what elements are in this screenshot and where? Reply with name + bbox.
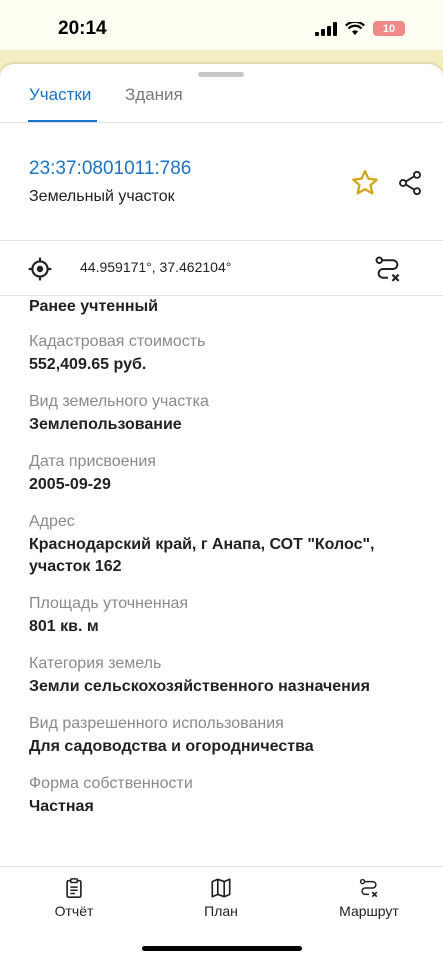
detail-value: Краснодарский край, г Анапа, СОТ "Колос"… [29,536,375,575]
detail-item: Адрес Краснодарский край, г Анапа, СОТ "… [29,512,429,578]
detail-value: Землепользование [29,416,182,433]
detail-value: 552,409.65 руб. [29,356,147,373]
wifi-icon [345,21,365,35]
detail-item: Категория земель Земли сельскохозяйствен… [29,654,429,698]
detail-item: Вид разрешенного использования Для садов… [29,714,429,758]
clipboard-icon [66,878,82,898]
parcel-sheet: Участки Здания 23:37:0801011:786 Земельн… [0,64,443,961]
detail-label: Площадь уточненная [29,595,189,612]
coordinates-text[interactable]: 44.959171°, 37.462104° [80,259,231,275]
crosshair-icon [28,257,52,281]
tab-buildings[interactable]: Здания [125,85,183,105]
battery-icon: 10 [373,21,405,36]
home-indicator[interactable] [142,946,302,951]
map-icon [211,878,231,898]
detail-value: Частная [29,798,94,815]
status-bar: 20:14 10 [0,0,443,56]
route-clear-button[interactable] [372,253,404,285]
tab-parcels[interactable]: Участки [29,85,91,105]
detail-item: Дата присвоения 2005-09-29 [29,452,429,496]
cadastral-number[interactable]: 23:37:0801011:786 [29,158,191,180]
detail-value: Земли сельскохозяйственного назначения [29,678,370,695]
locate-button[interactable] [26,255,54,283]
favorite-button[interactable] [348,166,382,200]
sheet-grabber[interactable] [198,72,244,77]
nav-report-label: Отчёт [54,903,94,919]
nav-route[interactable]: Маршрут [332,877,406,919]
route-icon [375,256,400,282]
detail-value: 801 кв. м [29,618,99,635]
detail-label: Категория земель [29,655,162,672]
detail-value: 2005-09-29 [29,476,111,493]
nav-map[interactable]: План [197,877,245,919]
parcel-details: Ранее учтенный Кадастровая стоимость 552… [29,296,429,818]
coordinates-bar: 44.959171°, 37.462104° [0,241,443,295]
route-icon [359,878,378,898]
status-icons: 10 [315,21,405,36]
nav-map-label: План [204,903,238,919]
registration-status: Ранее учтенный [29,298,159,315]
detail-item: Форма собственности Частная [29,774,429,818]
divider [0,122,443,123]
detail-item: Площадь уточненная 801 кв. м [29,594,429,638]
share-icon [399,170,421,196]
star-icon [352,170,378,195]
share-button[interactable] [393,166,427,200]
status-time: 20:14 [58,18,107,39]
battery-level: 10 [382,22,396,35]
detail-label: Кадастровая стоимость [29,333,206,350]
detail-label: Вид разрешенного использования [29,715,284,732]
detail-value: Для садоводства и огородничества [29,738,314,755]
detail-label: Дата присвоения [29,453,156,470]
detail-item: Кадастровая стоимость 552,409.65 руб. [29,332,429,376]
detail-label: Адрес [29,513,75,530]
nav-report[interactable]: Отчёт [48,877,100,919]
nav-route-label: Маршрут [339,903,399,919]
detail-label: Форма собственности [29,775,193,792]
detail-label: Вид земельного участка [29,393,209,410]
tab-bar: Участки Здания [0,82,443,123]
detail-item: Вид земельного участка Землепользование [29,392,429,436]
cellular-signal-icon [315,21,337,36]
parcel-type: Земельный участок [29,188,175,205]
